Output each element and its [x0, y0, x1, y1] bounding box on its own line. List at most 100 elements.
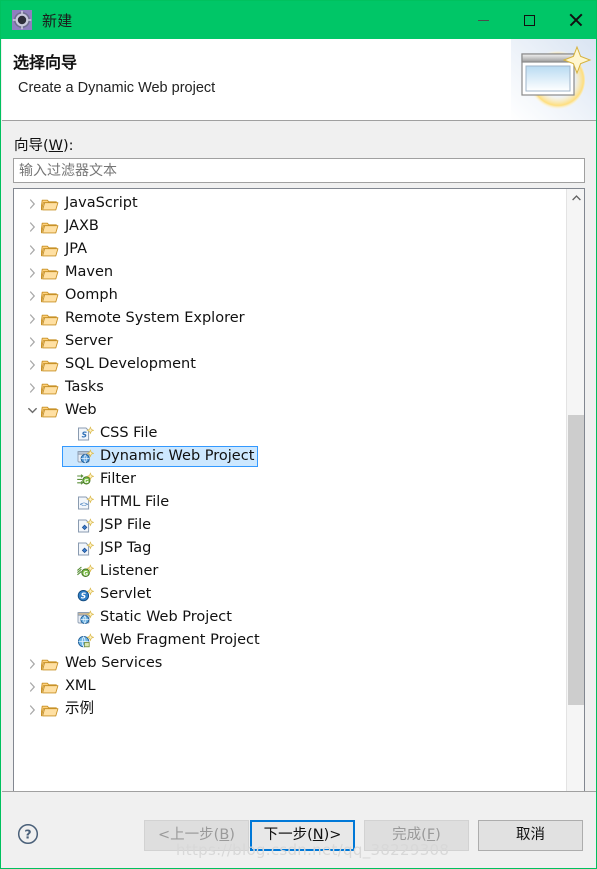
chevron-right-icon[interactable] — [23, 221, 41, 232]
folder-icon — [40, 702, 59, 718]
close-button[interactable] — [552, 1, 596, 39]
tree-item-web-services[interactable]: Web Services — [14, 652, 565, 675]
next-button-suffix: )> — [323, 827, 342, 844]
chevron-right-icon[interactable] — [23, 681, 41, 692]
maximize-button[interactable] — [506, 1, 552, 39]
help-question-icon[interactable]: ? — [17, 823, 39, 845]
tree-vertical-scrollbar[interactable] — [566, 189, 584, 850]
new-wizard-dialog: 新建 选择向导 Create a Dynamic Web project 向导(… — [0, 0, 597, 869]
tree-item-jsp-tag[interactable]: JSP Tag — [14, 537, 565, 560]
chevron-right-icon[interactable] — [23, 290, 41, 301]
chevron-right-icon[interactable] — [23, 382, 41, 393]
chevron-right-icon[interactable] — [23, 267, 41, 278]
tree-item-label: JSP Tag — [100, 540, 152, 557]
scroll-up-arrow-icon[interactable] — [567, 189, 584, 207]
scrollbar-thumb[interactable] — [568, 415, 584, 705]
tree-item-label: Server — [65, 333, 113, 350]
web-fragment-project-icon — [76, 632, 95, 649]
next-button-mnemonic: N — [312, 827, 324, 844]
tree-item-label: Servlet — [100, 586, 152, 603]
back-button-mnemonic: B — [219, 827, 230, 844]
tree-item-label: 示例 — [65, 701, 94, 718]
tree-item-static-web-project[interactable]: Static Web Project — [14, 606, 565, 629]
folder-icon — [40, 311, 59, 327]
tree-item-servlet[interactable]: S Servlet — [14, 583, 565, 606]
folder-icon — [40, 403, 59, 419]
chevron-right-icon[interactable] — [23, 704, 41, 715]
tree-item-html-file[interactable]: <> HTML File — [14, 491, 565, 514]
css-file-icon: S — [76, 425, 95, 442]
jsp-tag-icon — [76, 540, 95, 557]
tree-item-jsp-file[interactable]: JSP File — [14, 514, 565, 537]
tree-item-tasks[interactable]: Tasks — [14, 376, 565, 399]
tree-item-dynamic-web-project[interactable]: Dynamic Web Project — [14, 445, 565, 468]
finish-button[interactable]: 完成(F) — [364, 820, 469, 851]
cancel-button-label: 取消 — [516, 827, 545, 844]
html-file-icon: <> — [76, 494, 95, 511]
servlet-icon: S — [76, 586, 95, 603]
tree-item-label: HTML File — [100, 494, 170, 511]
tree-item-xml[interactable]: XML — [14, 675, 565, 698]
page-title: 选择向导 — [13, 53, 78, 72]
finish-button-prefix: 完成( — [392, 827, 427, 844]
next-button-prefix: 下一步( — [263, 827, 313, 844]
tree-item-label: SQL Development — [65, 356, 196, 373]
minimize-button[interactable] — [460, 1, 506, 39]
tree-item-filter[interactable]: G Filter — [14, 468, 565, 491]
tree-item-listener[interactable]: G Listener — [14, 560, 565, 583]
tree-item-label: Tasks — [65, 379, 104, 396]
tree-item-sql-development[interactable]: SQL Development — [14, 353, 565, 376]
wizard-tree-rows: JavaScript JAXB JPA Maven Oomph Remote System… — [14, 192, 565, 850]
tree-item-[interactable]: 示例 — [14, 698, 565, 721]
cancel-button[interactable]: 取消 — [478, 820, 583, 851]
folder-icon — [40, 334, 59, 350]
svg-text:S: S — [82, 430, 87, 439]
folder-icon — [40, 679, 59, 695]
folder-icon — [40, 265, 59, 281]
tree-item-jpa[interactable]: JPA — [14, 238, 565, 261]
tree-item-label: Listener — [100, 563, 159, 580]
tree-item-web-fragment-project[interactable]: Web Fragment Project — [14, 629, 565, 652]
chevron-right-icon[interactable] — [23, 658, 41, 669]
wizard-gear-icon — [12, 10, 32, 30]
tree-item-server[interactable]: Server — [14, 330, 565, 353]
chevron-right-icon[interactable] — [23, 336, 41, 347]
chevron-right-icon[interactable] — [23, 313, 41, 324]
tree-item-css-file[interactable]: S CSS File — [14, 422, 565, 445]
back-button-prefix: <上一步( — [158, 827, 220, 844]
folder-icon — [40, 380, 59, 396]
chevron-right-icon[interactable] — [23, 359, 41, 370]
chevron-down-icon[interactable] — [23, 407, 41, 414]
tree-item-oomph[interactable]: Oomph — [14, 284, 565, 307]
svg-text:G: G — [84, 479, 89, 485]
listener-icon: G — [76, 563, 95, 580]
svg-text:G: G — [83, 571, 88, 577]
jsp-file-icon — [76, 517, 95, 534]
tree-item-web[interactable]: Web — [14, 399, 565, 422]
tree-item-javascript[interactable]: JavaScript — [14, 192, 565, 215]
next-button[interactable]: 下一步(N)> — [250, 820, 355, 851]
svg-text:S: S — [81, 591, 86, 600]
folder-icon — [40, 219, 59, 235]
back-button[interactable]: <上一步(B) — [144, 820, 249, 851]
tree-item-label: Maven — [65, 264, 114, 281]
tree-item-label: Static Web Project — [100, 609, 232, 626]
static-web-project-icon — [76, 609, 95, 626]
tree-item-jaxb[interactable]: JAXB — [14, 215, 565, 238]
new-wizard-banner-image — [511, 39, 596, 120]
minimize-icon — [477, 19, 489, 21]
tree-item-label: XML — [65, 678, 96, 695]
chevron-right-icon[interactable] — [23, 244, 41, 255]
filter-input[interactable] — [13, 158, 585, 183]
tree-item-label: Oomph — [65, 287, 118, 304]
tree-item-maven[interactable]: Maven — [14, 261, 565, 284]
chevron-right-icon[interactable] — [23, 198, 41, 209]
wizard-tree[interactable]: JavaScript JAXB JPA Maven Oomph Remote System… — [13, 188, 585, 851]
tree-item-label: Remote System Explorer — [65, 310, 245, 327]
tree-item-label: Web Services — [65, 655, 163, 672]
folder-icon — [40, 196, 59, 212]
window-controls — [460, 1, 596, 39]
title-bar: 新建 — [1, 1, 596, 39]
folder-icon — [40, 288, 59, 304]
tree-item-remote-system-explorer[interactable]: Remote System Explorer — [14, 307, 565, 330]
